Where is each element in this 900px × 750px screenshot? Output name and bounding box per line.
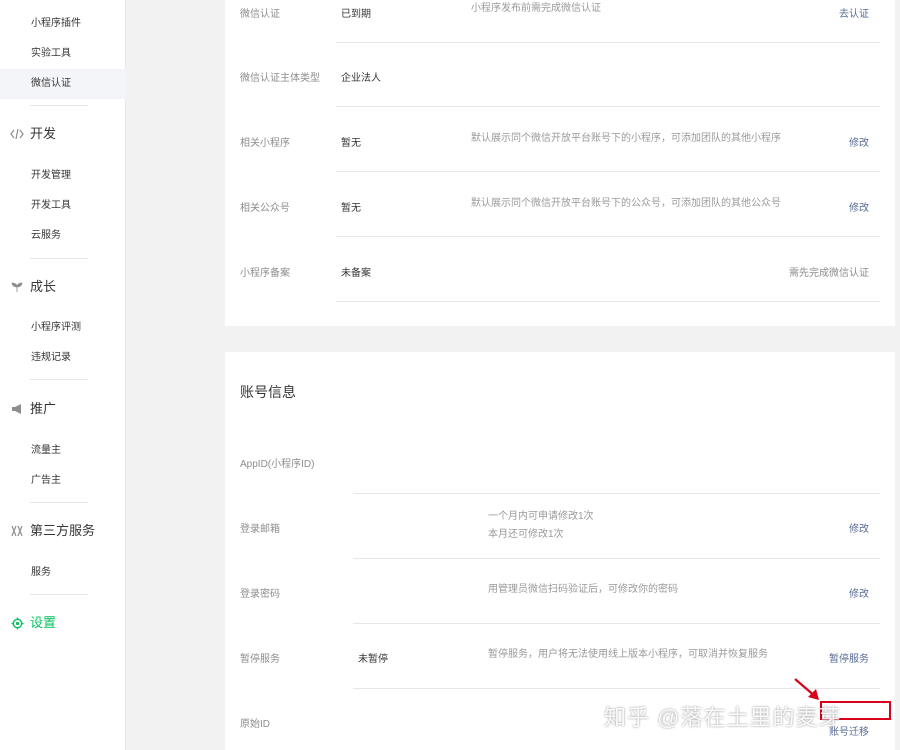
row-label: 登录密码: [240, 589, 280, 600]
sidebar-group-settings[interactable]: 设置: [0, 608, 126, 638]
account-row-appid: AppID(小程序ID): [225, 428, 895, 494]
info-row-verify-type: 微信认证主体类型 企业法人: [225, 43, 895, 107]
sidebar-group-third-party[interactable]: 第三方服务: [0, 516, 126, 546]
account-row-password: 登录密码 用管理员微信扫码验证后，可修改你的密码 修改: [225, 559, 895, 624]
sidebar: 小程序插件 实验工具 微信认证 开发 开发管理 开发工具 云服务 成长 小程序评…: [0, 0, 126, 750]
row-divider: [336, 301, 880, 302]
modify-email-link[interactable]: 修改: [849, 520, 869, 535]
sidebar-divider: [30, 258, 88, 259]
watermark-text: 知乎 @落在土里的麦芽: [604, 705, 842, 730]
sidebar-item-cloud[interactable]: 云服务: [0, 221, 126, 251]
megaphone-icon: [10, 394, 24, 424]
row-description-secondary: 本月还可修改1次: [488, 529, 564, 540]
row-description: 默认展示同个微信开放平台账号下的小程序，可添加团队的其他小程序: [471, 133, 781, 144]
gear-icon: [10, 608, 24, 638]
sidebar-group-develop[interactable]: 开发: [0, 119, 126, 149]
sidebar-group-label: 第三方服务: [30, 523, 96, 538]
code-icon: [10, 119, 24, 149]
filing-hint: 需先完成微信认证: [789, 268, 869, 279]
sidebar-item-violations[interactable]: 违规记录: [0, 343, 126, 373]
row-label: AppID(小程序ID): [240, 459, 315, 470]
account-info-title: 账号信息: [240, 384, 296, 400]
info-row-related-miniprograms: 相关小程序 暂无 默认展示同个微信开放平台账号下的小程序，可添加团队的其他小程序…: [225, 107, 895, 172]
row-label: 登录邮箱: [240, 524, 280, 535]
row-value: 未暂停: [358, 654, 388, 665]
sidebar-item-traffic-owner[interactable]: 流量主: [0, 436, 126, 466]
row-value: 企业法人: [341, 73, 381, 84]
info-row-wechat-verify: 微信认证 已到期 小程序发布前需完成微信认证 去认证: [225, 0, 895, 43]
sidebar-item-service[interactable]: 服务: [0, 558, 126, 588]
sidebar-group-label: 开发: [30, 126, 57, 141]
sidebar-item-dev-tools[interactable]: 开发工具: [0, 191, 126, 221]
row-label: 暂停服务: [240, 654, 280, 665]
sidebar-group-label: 设置: [30, 615, 57, 630]
row-label: 小程序备案: [240, 268, 290, 279]
sidebar-item-lab-tools[interactable]: 实验工具: [0, 39, 126, 69]
pause-service-link[interactable]: 暂停服务: [829, 650, 869, 665]
sidebar-group-label: 推广: [30, 401, 57, 416]
sidebar-divider: [30, 379, 88, 380]
sidebar-divider: [30, 105, 88, 106]
row-label: 微信认证: [240, 9, 280, 20]
row-description: 一个月内可申请修改1次: [488, 511, 594, 522]
modify-related-miniprograms-link[interactable]: 修改: [849, 134, 869, 149]
info-row-filing: 小程序备案 未备案 需先完成微信认证: [225, 237, 895, 302]
row-description: 小程序发布前需完成微信认证: [471, 3, 601, 14]
basic-info-card: 微信认证 已到期 小程序发布前需完成微信认证 去认证 微信认证主体类型 企业法人…: [225, 0, 895, 326]
sidebar-item-plugins[interactable]: 小程序插件: [0, 9, 126, 39]
row-value: 已到期: [341, 9, 371, 20]
sidebar-item-advertiser[interactable]: 广告主: [0, 466, 126, 496]
sidebar-divider: [30, 594, 88, 595]
sidebar-group-growth[interactable]: 成长: [0, 272, 126, 302]
row-description: 用管理员微信扫码验证后，可修改你的密码: [488, 584, 678, 595]
sidebar-group-label: 成长: [30, 279, 57, 294]
row-label: 原始ID: [240, 719, 270, 730]
row-label: 相关小程序: [240, 138, 290, 149]
third-party-icon: [10, 516, 24, 546]
go-verify-link[interactable]: 去认证: [839, 5, 869, 20]
info-row-related-official-accounts: 相关公众号 暂无 默认展示同个微信开放平台账号下的公众号，可添加团队的其他公众号…: [225, 172, 895, 237]
sidebar-item-wechat-verify[interactable]: 微信认证: [0, 69, 126, 99]
sidebar-divider: [30, 502, 88, 503]
sidebar-group-promote[interactable]: 推广: [0, 394, 126, 424]
row-label: 相关公众号: [240, 203, 290, 214]
sprout-icon: [10, 272, 24, 302]
sidebar-item-dev-manage[interactable]: 开发管理: [0, 161, 126, 191]
account-row-email: 登录邮箱 一个月内可申请修改1次 本月还可修改1次 修改: [225, 494, 895, 559]
modify-related-accounts-link[interactable]: 修改: [849, 199, 869, 214]
row-value: 暂无: [341, 203, 361, 214]
row-description: 暂停服务，用户将无法使用线上版本小程序，可取消并恢复服务: [488, 649, 768, 660]
row-value: 未备案: [341, 268, 371, 279]
sidebar-item-evaluate[interactable]: 小程序评测: [0, 313, 126, 343]
row-label: 微信认证主体类型: [240, 73, 320, 84]
row-value: 暂无: [341, 138, 361, 149]
row-description: 默认展示同个微信开放平台账号下的公众号，可添加团队的其他公众号: [471, 198, 781, 209]
modify-password-link[interactable]: 修改: [849, 585, 869, 600]
